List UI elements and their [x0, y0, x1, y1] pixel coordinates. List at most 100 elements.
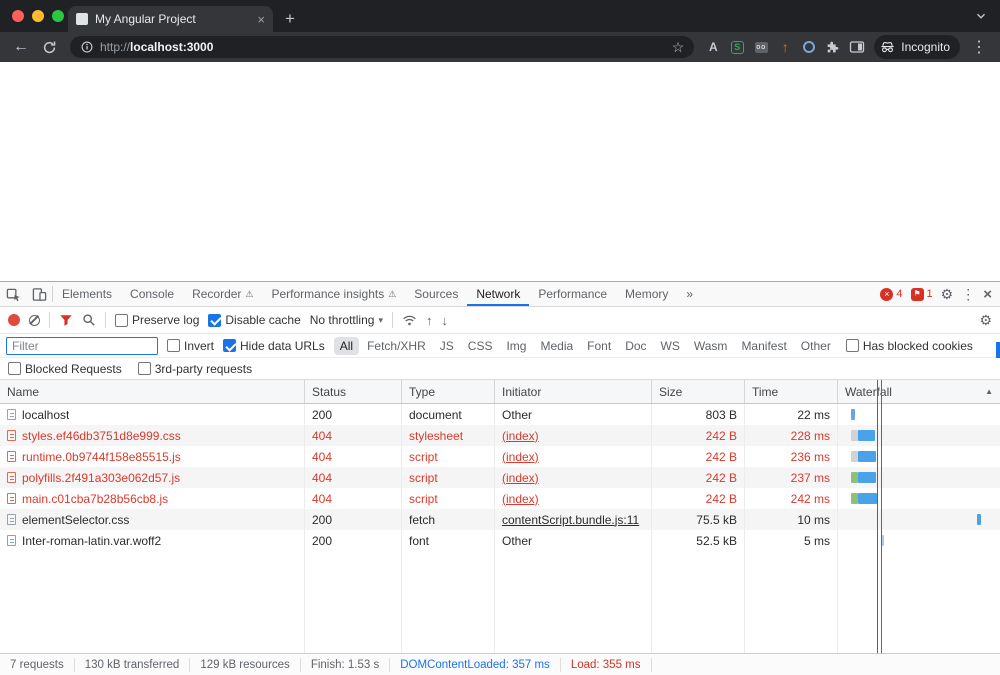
- tab-close-icon[interactable]: ×: [257, 13, 265, 26]
- chip-media[interactable]: Media: [534, 337, 579, 355]
- preserve-log-checkbox[interactable]: Preserve log: [115, 313, 199, 327]
- tab-memory[interactable]: Memory: [616, 282, 677, 306]
- tab-recorder[interactable]: Recorder⚠: [183, 282, 262, 306]
- extension-ring-icon[interactable]: [798, 35, 820, 59]
- column-header-type[interactable]: Type: [402, 380, 495, 403]
- issues-badge[interactable]: ⚑ 1: [911, 288, 933, 301]
- initiator-link[interactable]: (index): [502, 450, 539, 464]
- chip-doc[interactable]: Doc: [619, 337, 652, 355]
- column-header-initiator[interactable]: Initiator: [495, 380, 652, 403]
- tab-performance[interactable]: Performance: [529, 282, 616, 306]
- devtools-settings-gear-icon[interactable]: ⚙: [941, 287, 954, 301]
- divider: [392, 312, 393, 328]
- network-settings-gear-icon[interactable]: ⚙: [979, 313, 992, 327]
- column-header-waterfall[interactable]: Waterfall ▲: [838, 380, 1000, 403]
- tab-elements[interactable]: Elements: [53, 282, 121, 306]
- side-panel-icon[interactable]: [846, 35, 868, 59]
- search-icon[interactable]: [82, 313, 96, 327]
- export-har-icon[interactable]: ↓: [441, 313, 448, 328]
- filter-funnel-icon[interactable]: [59, 313, 73, 327]
- invert-checkbox[interactable]: Invert: [167, 339, 214, 353]
- throttling-select[interactable]: No throttling ▾: [310, 313, 383, 327]
- filter-input[interactable]: [6, 337, 158, 355]
- chip-img[interactable]: Img: [500, 337, 532, 355]
- window-close-button[interactable]: [12, 10, 24, 22]
- checkbox-unchecked[interactable]: [846, 339, 859, 352]
- new-tab-button[interactable]: +: [277, 6, 303, 32]
- tab-sources[interactable]: Sources: [405, 282, 467, 306]
- chip-all[interactable]: All: [334, 337, 359, 355]
- column-header-size[interactable]: Size: [652, 380, 745, 403]
- chip-wasm[interactable]: Wasm: [688, 337, 734, 355]
- table-row[interactable]: main.c01cba7b28b56cb8.js404script(index)…: [0, 488, 1000, 509]
- column-header-name[interactable]: Name: [0, 380, 305, 403]
- column-header-time[interactable]: Time: [745, 380, 838, 403]
- disable-cache-checkbox[interactable]: Disable cache: [208, 313, 300, 327]
- table-row[interactable]: Inter-roman-latin.var.woff2200fontOther5…: [0, 530, 1000, 551]
- checkbox-unchecked[interactable]: [138, 362, 151, 375]
- chip-ws[interactable]: WS: [655, 337, 686, 355]
- table-row[interactable]: polyfills.2f491a303e062d57.js404script(i…: [0, 467, 1000, 488]
- initiator-link[interactable]: contentScript.bundle.js:11: [502, 513, 639, 527]
- has-blocked-cookies-checkbox[interactable]: Has blocked cookies: [846, 339, 973, 353]
- extension-capture-icon[interactable]: oo: [750, 35, 772, 59]
- tab-performance-insights[interactable]: Performance insights⚠: [263, 282, 406, 306]
- window-minimize-button[interactable]: [32, 10, 44, 22]
- browser-menu-kebab-icon[interactable]: ⋮: [966, 34, 992, 60]
- chip-css[interactable]: CSS: [462, 337, 499, 355]
- table-row[interactable]: runtime.0b9744f158e85515.js404script(ind…: [0, 446, 1000, 467]
- waterfall-bar: [858, 493, 876, 504]
- initiator-link[interactable]: (index): [502, 429, 539, 443]
- checkbox-checked[interactable]: [223, 339, 236, 352]
- more-tabs-icon[interactable]: »: [677, 282, 702, 306]
- back-icon[interactable]: ←: [8, 34, 34, 60]
- page-info-icon[interactable]: [80, 40, 94, 54]
- chip-js[interactable]: JS: [434, 337, 460, 355]
- waterfall-cell: [838, 425, 1000, 446]
- size-cell: 242 B: [652, 488, 745, 509]
- initiator-link[interactable]: (index): [502, 492, 539, 506]
- url-bar[interactable]: http://localhost:3000 ☆: [70, 36, 694, 58]
- device-toolbar-icon[interactable]: [26, 282, 52, 306]
- checkbox-checked[interactable]: [208, 314, 221, 327]
- import-har-icon[interactable]: ↑: [426, 313, 433, 328]
- checkbox-unchecked[interactable]: [8, 362, 21, 375]
- tab-network[interactable]: Network: [467, 282, 529, 306]
- tab-search-chevron-icon[interactable]: [974, 9, 988, 23]
- clear-network-log-icon[interactable]: [29, 315, 40, 326]
- inspect-element-icon[interactable]: [0, 282, 26, 306]
- chip-fetch-xhr[interactable]: Fetch/XHR: [361, 337, 432, 355]
- table-row[interactable]: styles.ef46db3751d8e999.css404stylesheet…: [0, 425, 1000, 446]
- incognito-spy-icon: [880, 40, 895, 55]
- console-errors-badge[interactable]: × 4: [880, 288, 902, 301]
- record-network-log-button[interactable]: [8, 314, 20, 326]
- chip-font[interactable]: Font: [581, 337, 617, 355]
- third-party-requests-checkbox[interactable]: 3rd-party requests: [138, 362, 252, 376]
- column-header-status[interactable]: Status: [305, 380, 402, 403]
- table-row[interactable]: localhost200documentOther803 B22 ms: [0, 404, 1000, 425]
- hide-data-urls-checkbox[interactable]: Hide data URLs: [223, 339, 325, 353]
- network-conditions-icon[interactable]: [402, 313, 417, 328]
- browser-tab[interactable]: My Angular Project ×: [68, 6, 273, 32]
- table-header: Name Status Type Initiator Size Time Wat…: [0, 380, 1000, 404]
- puzzle-extensions-icon[interactable]: [822, 35, 844, 59]
- extension-s-icon[interactable]: S: [726, 35, 748, 59]
- blocked-requests-checkbox[interactable]: Blocked Requests: [8, 362, 122, 376]
- incognito-badge[interactable]: Incognito: [874, 35, 960, 59]
- chip-other[interactable]: Other: [795, 337, 837, 355]
- checkbox-unchecked[interactable]: [115, 314, 128, 327]
- tab-console[interactable]: Console: [121, 282, 183, 306]
- scrollbar-thumb[interactable]: [996, 342, 1000, 358]
- chip-manifest[interactable]: Manifest: [735, 337, 792, 355]
- table-row[interactable]: elementSelector.css200fetchcontentScript…: [0, 509, 1000, 530]
- network-filter-bar: Invert Hide data URLs All Fetch/XHR JS C…: [0, 334, 1000, 358]
- bookmark-star-icon[interactable]: ☆: [672, 39, 685, 56]
- extension-a-icon[interactable]: A: [702, 35, 724, 59]
- devtools-menu-kebab-icon[interactable]: ⋮: [961, 287, 975, 301]
- extension-upload-arrow-icon[interactable]: ↑: [774, 35, 796, 59]
- initiator-link[interactable]: (index): [502, 471, 539, 485]
- reload-icon[interactable]: [36, 34, 62, 60]
- window-zoom-button[interactable]: [52, 10, 64, 22]
- checkbox-unchecked[interactable]: [167, 339, 180, 352]
- devtools-close-icon[interactable]: ×: [983, 287, 992, 302]
